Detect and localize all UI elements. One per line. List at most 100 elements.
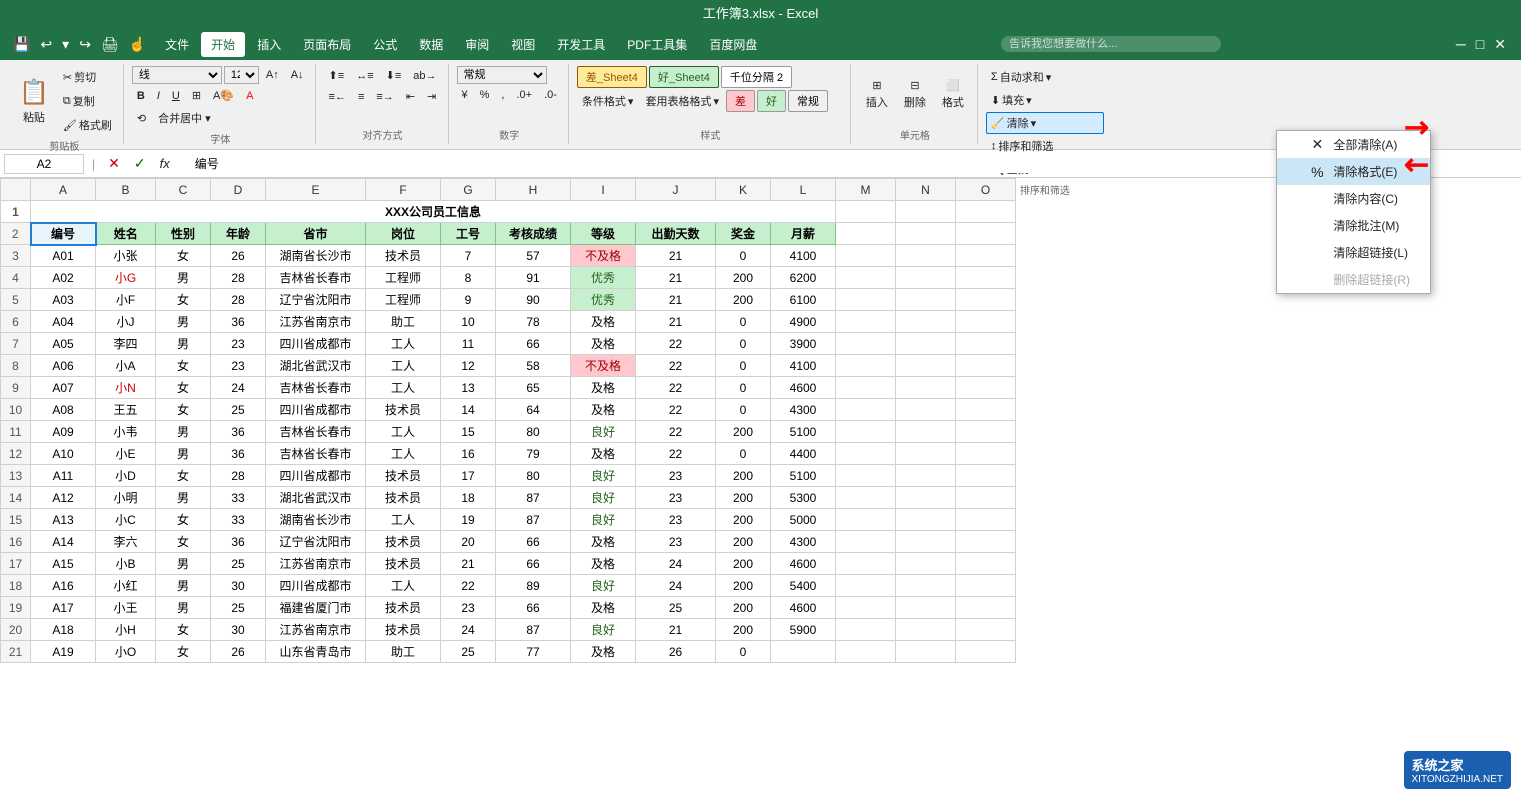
row-header-10[interactable]: 10 [1,399,31,421]
empty-cell[interactable] [896,465,956,487]
table-cell[interactable]: 79 [496,443,571,465]
empty-cell[interactable] [836,575,896,597]
delete-cell-button[interactable]: ⊟ 删除 [897,66,933,122]
table-cell[interactable]: A11 [31,465,96,487]
table-cell[interactable]: 23 [211,355,266,377]
font-selector[interactable]: 线 微软雅黑 [132,66,222,84]
empty-cell[interactable] [836,311,896,333]
align-bottom-button[interactable]: ⬇≡ [381,66,407,85]
table-cell[interactable]: 辽宁省沈阳市 [266,289,366,311]
table-cell[interactable]: 小G [96,267,156,289]
table-cell[interactable]: 21 [636,311,716,333]
row-header-19[interactable]: 19 [1,597,31,619]
table-cell[interactable]: 200 [716,575,771,597]
table-cell[interactable]: 江苏省南京市 [266,619,366,641]
table-cell[interactable]: 4100 [771,245,836,267]
table-cell[interactable]: 90 [496,289,571,311]
table-cell[interactable]: 22 [636,443,716,465]
table-cell[interactable]: 58 [496,355,571,377]
table-cell[interactable]: 10 [441,311,496,333]
row-header-17[interactable]: 17 [1,553,31,575]
table-cell[interactable]: 吉林省长春市 [266,267,366,289]
style-thousand-sep[interactable]: 千位分隔 2 [721,66,792,88]
empty-cell[interactable] [956,399,1016,421]
table-cell[interactable]: 技术员 [366,597,441,619]
table-cell[interactable]: 23 [636,531,716,553]
table-cell[interactable]: 28 [211,267,266,289]
table-cell[interactable]: 21 [636,289,716,311]
table-cell[interactable]: 4600 [771,597,836,619]
empty-cell[interactable] [896,443,956,465]
table-cell[interactable]: 5100 [771,465,836,487]
empty-cell[interactable] [896,531,956,553]
empty-cell[interactable] [956,531,1016,553]
col-header-k[interactable]: K [716,179,771,201]
row-header-4[interactable]: 4 [1,267,31,289]
table-cell[interactable]: 78 [496,311,571,333]
table-cell[interactable]: 工人 [366,333,441,355]
header-cell-0[interactable]: 编号 [31,223,96,245]
menu-view[interactable]: 视图 [501,32,545,57]
cancel-formula-button[interactable]: ✕ [103,152,125,175]
table-cell[interactable]: 及格 [571,443,636,465]
empty-cell[interactable] [836,619,896,641]
align-right-button[interactable]: ≡→ [371,88,398,106]
table-cell[interactable]: 工人 [366,421,441,443]
table-cell[interactable]: 200 [716,289,771,311]
empty-cell[interactable] [896,377,956,399]
style-good[interactable]: 好 [757,90,786,112]
table-cell[interactable]: 及格 [571,553,636,575]
table-cell[interactable]: 80 [496,465,571,487]
table-cell[interactable]: 小O [96,641,156,663]
table-cell[interactable]: 57 [496,245,571,267]
save-qat-button[interactable]: 💾 [10,34,33,55]
touch-qat-button[interactable]: ☝ [126,34,149,55]
table-cell[interactable]: 89 [496,575,571,597]
table-cell[interactable]: 小张 [96,245,156,267]
table-cell[interactable]: 26 [211,245,266,267]
empty-cell[interactable] [896,553,956,575]
menu-clear-format[interactable]: % 清除格式(E) [1277,158,1430,185]
empty-cell[interactable] [956,333,1016,355]
empty-cell[interactable] [956,509,1016,531]
table-cell[interactable]: 湖北省武汉市 [266,487,366,509]
header-cell-2[interactable]: 性别 [156,223,211,245]
table-cell[interactable]: 四川省成都市 [266,333,366,355]
table-cell[interactable]: 技术员 [366,487,441,509]
search-input[interactable] [1001,36,1221,52]
empty-cell[interactable] [896,223,956,245]
menu-review[interactable]: 审阅 [455,32,499,57]
table-cell[interactable]: 湖北省武汉市 [266,355,366,377]
fill-color-button[interactable]: A🎨 [208,86,239,105]
table-cell[interactable]: 吉林省长春市 [266,421,366,443]
empty-cell[interactable] [836,465,896,487]
empty-cell[interactable] [836,245,896,267]
table-cell[interactable]: 0 [716,245,771,267]
table-cell[interactable]: A04 [31,311,96,333]
table-cell[interactable]: 25 [211,399,266,421]
table-cell[interactable]: 24 [211,377,266,399]
table-cell[interactable]: 小J [96,311,156,333]
insert-function-button[interactable]: fx [155,153,175,174]
print-preview-qat-button[interactable]: 🖨 [98,34,122,55]
table-cell[interactable]: 66 [496,553,571,575]
table-cell[interactable]: 湖南省长沙市 [266,245,366,267]
empty-cell[interactable] [836,223,896,245]
menu-insert[interactable]: 插入 [247,32,291,57]
empty-cell[interactable] [836,641,896,663]
table-cell[interactable]: 87 [496,619,571,641]
table-cell[interactable]: 及格 [571,311,636,333]
empty-cell[interactable] [836,399,896,421]
percent-button[interactable]: % [475,86,495,104]
empty-cell[interactable] [836,267,896,289]
undo-down-qat-button[interactable]: ▾ [59,34,72,55]
table-cell[interactable]: 5900 [771,619,836,641]
table-cell[interactable]: 4300 [771,531,836,553]
menu-formula[interactable]: 公式 [363,32,407,57]
table-cell[interactable]: 小D [96,465,156,487]
format-cell-button[interactable]: ⬜ 格式 [935,66,971,122]
table-cell[interactable]: 8 [441,267,496,289]
table-cell[interactable]: 技术员 [366,619,441,641]
menu-clear-content[interactable]: 清除内容(C) [1277,185,1430,212]
table-cell[interactable]: 14 [441,399,496,421]
